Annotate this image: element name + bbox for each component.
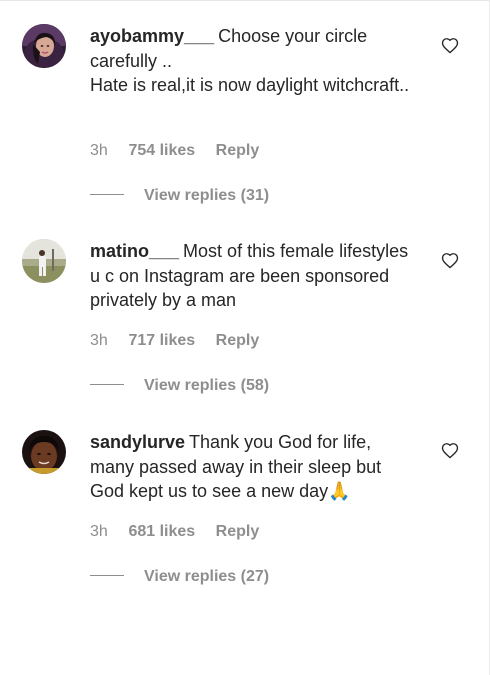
replies-divider xyxy=(90,575,124,577)
view-replies-button[interactable]: View replies (27) xyxy=(90,568,269,586)
avatar[interactable] xyxy=(22,239,66,283)
reply-button[interactable]: Reply xyxy=(216,523,260,541)
top-divider xyxy=(0,0,490,1)
heart-outline-icon[interactable] xyxy=(441,252,459,269)
comment-text-block: sandylurve Thank you God for life, many p… xyxy=(90,430,410,504)
view-replies-label: View replies (27) xyxy=(144,568,270,585)
comment-meta: 3h 681 likes Reply xyxy=(90,523,259,541)
comment-time: 3h xyxy=(90,523,108,540)
avatar-image xyxy=(22,430,66,474)
avatar-image xyxy=(22,24,66,68)
avatar[interactable] xyxy=(22,24,66,68)
comment-meta: 3h 754 likes Reply xyxy=(90,142,259,160)
heart-outline-icon[interactable] xyxy=(441,37,459,54)
comment-text-block: matino___ Most of this female lifestyles … xyxy=(90,239,410,313)
view-replies-label: View replies (31) xyxy=(144,187,270,204)
comment-likes[interactable]: 681 likes xyxy=(128,523,195,541)
comment-meta: 3h 717 likes Reply xyxy=(90,332,259,350)
comment-username[interactable]: sandylurve xyxy=(90,432,185,452)
comment-time: 3h xyxy=(90,142,108,159)
view-replies-label: View replies (58) xyxy=(144,377,270,394)
view-replies-button[interactable]: View replies (58) xyxy=(90,377,269,395)
avatar[interactable] xyxy=(22,430,66,474)
comment-username[interactable]: matino___ xyxy=(90,241,179,261)
comment-time: 3h xyxy=(90,332,108,349)
replies-divider xyxy=(90,194,124,196)
comment-text-block: ayobammy___ Choose your circle carefully … xyxy=(90,24,410,98)
comment-username[interactable]: ayobammy___ xyxy=(90,26,214,46)
reply-button[interactable]: Reply xyxy=(216,142,260,160)
view-replies-button[interactable]: View replies (31) xyxy=(90,187,269,205)
avatar-image xyxy=(22,239,66,283)
comment-likes[interactable]: 754 likes xyxy=(128,142,195,160)
heart-outline-icon[interactable] xyxy=(441,442,459,459)
reply-button[interactable]: Reply xyxy=(216,332,260,350)
comment-likes[interactable]: 717 likes xyxy=(128,332,195,350)
replies-divider xyxy=(90,384,124,386)
